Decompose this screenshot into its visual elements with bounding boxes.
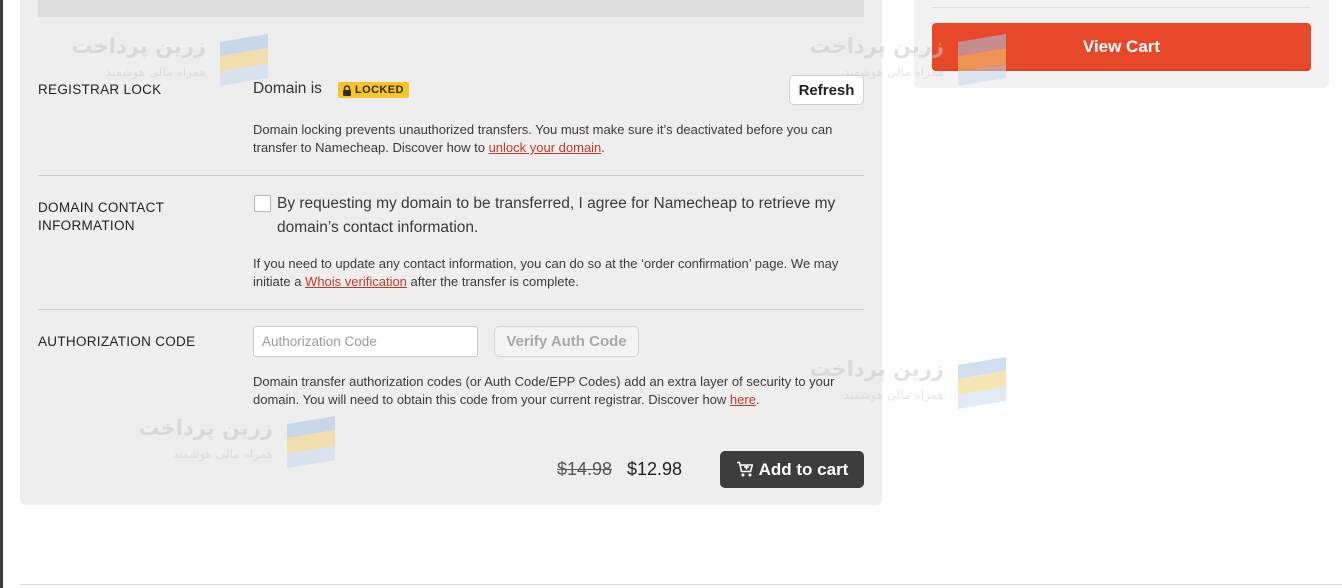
contact-info-help: If you need to update any contact inform… xyxy=(253,255,865,291)
unlock-domain-link[interactable]: unlock your domain xyxy=(489,140,602,155)
auth-code-here-link[interactable]: here xyxy=(730,392,756,407)
contact-info-label-line1: DOMAIN CONTACT xyxy=(38,200,165,215)
divider xyxy=(38,175,864,176)
cart-divider xyxy=(932,7,1311,8)
lock-icon xyxy=(343,84,351,96)
auth-code-input[interactable] xyxy=(253,326,478,357)
contact-info-help-suffix: after the transfer is complete. xyxy=(410,274,579,289)
add-to-cart-button[interactable]: Add to cart xyxy=(720,451,864,488)
locked-badge: LOCKED xyxy=(338,82,409,98)
auth-code-label: AUTHORIZATION CODE xyxy=(38,334,196,349)
view-cart-button[interactable]: View Cart xyxy=(932,23,1311,71)
watermark-logo-icon xyxy=(958,357,1006,409)
divider xyxy=(38,309,864,310)
add-to-cart-label: Add to cart xyxy=(758,459,849,479)
domain-status-text: Domain is xyxy=(253,80,322,97)
window-edge xyxy=(0,0,3,588)
refresh-button[interactable]: Refresh xyxy=(789,75,864,105)
contact-info-label-line2: INFORMATION xyxy=(38,218,135,233)
transfer-panel xyxy=(20,0,882,505)
registrar-lock-help: Domain locking prevents unauthorized tra… xyxy=(253,121,865,157)
registrar-lock-help-suffix: . xyxy=(601,140,605,155)
panel-top-strip xyxy=(38,0,864,17)
verify-auth-code-button[interactable]: Verify Auth Code xyxy=(494,326,639,357)
footer-divider xyxy=(20,584,1342,585)
cart-icon xyxy=(736,461,753,477)
whois-verification-link[interactable]: Whois verification xyxy=(305,274,407,289)
registrar-lock-label: REGISTRAR LOCK xyxy=(38,82,162,97)
new-price: $12.98 xyxy=(627,459,683,479)
auth-code-help: Domain transfer authorization codes (or … xyxy=(253,373,865,409)
contact-info-label: DOMAIN CONTACT INFORMATION xyxy=(38,199,164,235)
auth-code-help-suffix: . xyxy=(755,392,760,407)
agree-text: By requesting my domain to be transferre… xyxy=(277,195,836,236)
old-price: $14.98 xyxy=(557,459,613,479)
agree-checkbox[interactable] xyxy=(254,195,271,212)
locked-badge-label: LOCKED xyxy=(355,84,404,96)
